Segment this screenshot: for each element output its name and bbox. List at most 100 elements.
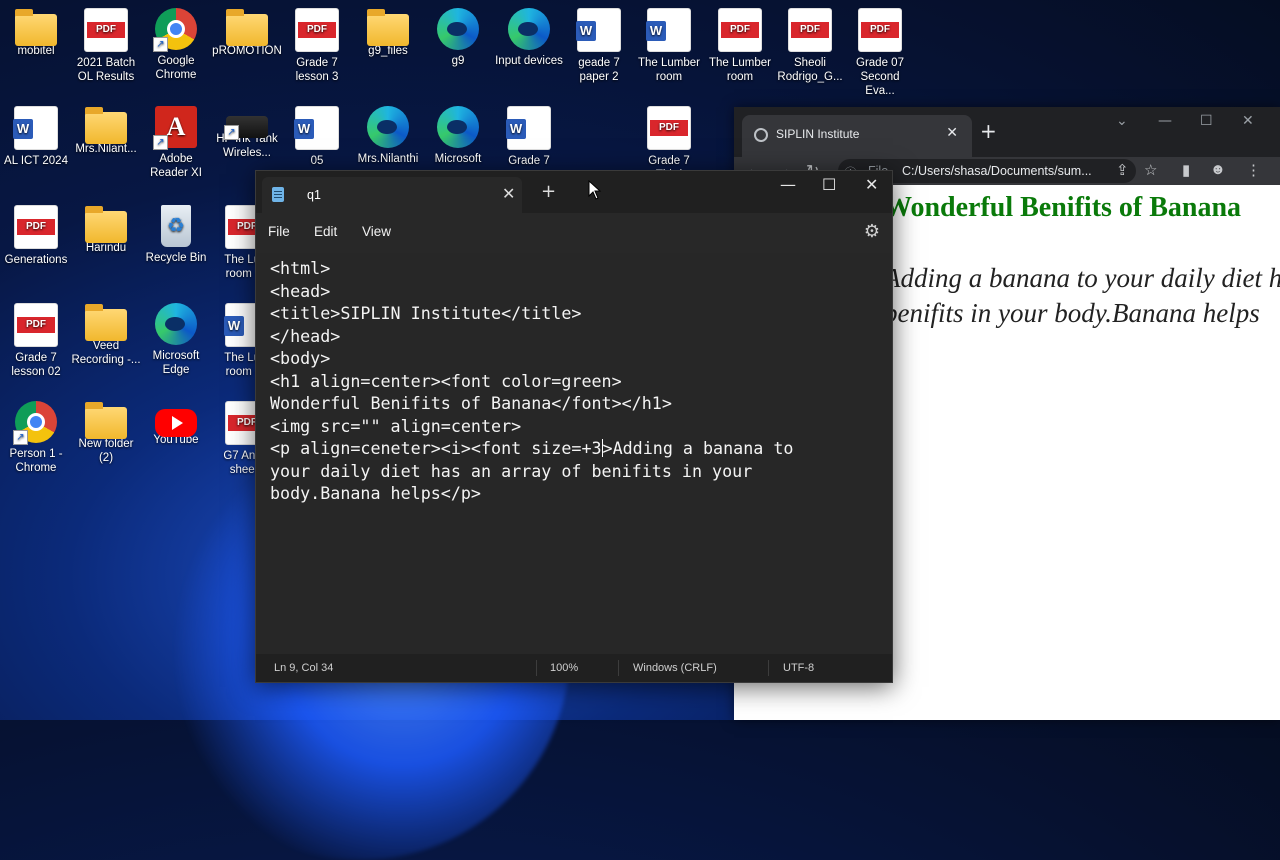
profile-avatar-icon[interactable]: ☻ bbox=[1210, 161, 1226, 178]
desktop-icon[interactable]: Recycle Bin bbox=[141, 205, 211, 265]
desktop-icon[interactable]: mobitel bbox=[1, 8, 71, 58]
desktop-icon[interactable]: 2021 Batch OL Results bbox=[71, 8, 141, 84]
code-text[interactable]: <html> <head> <title>SIPLIN Institute</t… bbox=[256, 253, 892, 509]
desktop-icon[interactable]: Sheoli Rodrigo_G... bbox=[775, 8, 845, 84]
desktop-icon[interactable]: Microsoft bbox=[423, 106, 493, 166]
desktop-icon-label: mobitel bbox=[17, 45, 55, 57]
desktop-icon-label: Google Chrome bbox=[155, 55, 197, 81]
desktop-icon[interactable]: Generations bbox=[1, 205, 71, 267]
desktop-icon[interactable]: geade 7 paper 2 bbox=[564, 8, 634, 84]
notepad-tab[interactable]: q1 ✕ bbox=[262, 177, 522, 213]
code-line: </head> bbox=[270, 325, 341, 346]
pdf-icon bbox=[788, 8, 832, 52]
desktop-icon[interactable]: Microsoft Edge bbox=[141, 303, 211, 377]
maximize-button[interactable]: ☐ bbox=[1200, 113, 1213, 129]
status-divider bbox=[768, 660, 769, 676]
desktop-icon[interactable]: The Lumber room bbox=[634, 8, 704, 84]
folder-icon bbox=[85, 206, 127, 243]
folder-icon bbox=[85, 304, 127, 341]
encoding[interactable]: UTF-8 bbox=[783, 662, 814, 674]
word-icon bbox=[646, 8, 691, 52]
desktop-icon[interactable]: HP Ink Tank Wireles... bbox=[212, 106, 282, 160]
desktop-icon[interactable]: The Lumber room bbox=[705, 8, 775, 84]
menu-edit[interactable]: Edit bbox=[314, 224, 337, 239]
desktop-icon-label: Person 1 - Chrome bbox=[9, 448, 63, 474]
desktop-icon[interactable]: Grade 07 Second Eva... bbox=[845, 8, 915, 98]
close-button[interactable]: ✕ bbox=[865, 175, 878, 194]
minimize-button[interactable]: — bbox=[1158, 113, 1172, 129]
pdf-icon bbox=[14, 205, 58, 249]
new-tab-button[interactable]: + bbox=[980, 121, 997, 141]
pdf-icon bbox=[84, 8, 128, 52]
desktop-icon[interactable]: g9 bbox=[423, 8, 493, 68]
url-text[interactable]: C:/Users/shasa/Documents/sum... bbox=[902, 164, 1092, 178]
tab-search-icon[interactable]: ⌄ bbox=[1116, 113, 1128, 129]
page-paragraph: Adding a banana to your daily diet has a… bbox=[884, 263, 1280, 328]
chrome-icon bbox=[13, 401, 57, 445]
desktop-icon[interactable]: 05 bbox=[282, 106, 352, 168]
desktop-icon-label: Adobe Reader XI bbox=[150, 153, 202, 179]
desktop-icon[interactable]: Adobe Reader XI bbox=[141, 106, 211, 180]
menu-view[interactable]: View bbox=[362, 224, 391, 239]
side-panel-icon[interactable]: ▮ bbox=[1182, 161, 1190, 179]
maximize-button[interactable]: ☐ bbox=[822, 175, 836, 194]
status-divider bbox=[536, 660, 537, 676]
desktop-icon[interactable]: Mrs.Nilanthi bbox=[353, 106, 423, 166]
close-tab-icon[interactable]: ✕ bbox=[946, 125, 958, 141]
share-icon[interactable]: ⇪ bbox=[1116, 161, 1129, 179]
code-line: <p align=ceneter><i><font size=+3 bbox=[270, 438, 602, 458]
desktop-icon-label: Harindu bbox=[85, 242, 127, 254]
pdf-icon bbox=[14, 303, 58, 347]
desktop-icon[interactable]: Harindu bbox=[71, 205, 141, 255]
code-line: <html> bbox=[270, 258, 331, 278]
status-divider bbox=[618, 660, 619, 676]
printer-icon bbox=[224, 116, 268, 140]
desktop-icon[interactable]: Grade 7 lesson 02 bbox=[1, 303, 71, 379]
notepad-tab-title: q1 bbox=[307, 188, 321, 202]
desktop-icon[interactable]: pROMOTION bbox=[212, 8, 282, 58]
code-line: <head> bbox=[270, 280, 331, 301]
notepad-menu-bar: File Edit View ⚙ bbox=[256, 213, 892, 253]
close-tab-icon[interactable]: ✕ bbox=[502, 184, 515, 203]
page-heading: Wonderful Benifits of Banana bbox=[884, 192, 1242, 223]
desktop-icon[interactable]: Person 1 - Chrome bbox=[1, 401, 71, 475]
folder-icon bbox=[15, 9, 57, 46]
bookmark-star-icon[interactable]: ☆ bbox=[1144, 161, 1157, 179]
desktop-icon[interactable]: Google Chrome bbox=[141, 8, 211, 82]
pdf-icon bbox=[295, 8, 339, 52]
desktop-icon-label: geade 7 paper 2 bbox=[578, 57, 620, 83]
desktop-icon[interactable]: Veed Recording -... bbox=[71, 303, 141, 367]
desktop-icon-label: Generations bbox=[4, 254, 68, 266]
desktop-icon-label: g9 bbox=[451, 55, 465, 67]
minimize-button[interactable]: — bbox=[780, 175, 796, 194]
desktop-icon-label: The Lumber room bbox=[708, 57, 771, 83]
browser-tab[interactable]: SIPLIN Institute ✕ bbox=[742, 115, 972, 157]
desktop-icon[interactable]: AL ICT 2024 bbox=[1, 106, 71, 168]
menu-kebab-icon[interactable]: ⋮ bbox=[1246, 161, 1261, 179]
desktop-icon[interactable]: YouTube bbox=[141, 401, 211, 447]
acrobat-icon bbox=[153, 106, 197, 150]
zoom-level[interactable]: 100% bbox=[550, 662, 578, 674]
browser-tab-title: SIPLIN Institute bbox=[776, 127, 860, 141]
close-button[interactable]: ✕ bbox=[1242, 113, 1254, 129]
menu-file[interactable]: File bbox=[268, 224, 290, 239]
desktop-icon[interactable]: Mrs.Nilant... bbox=[71, 106, 141, 156]
word-icon bbox=[13, 106, 58, 150]
desktop-icon[interactable]: Grade 7 lesson 3 bbox=[282, 8, 352, 84]
desktop-icon[interactable]: Grade 7 bbox=[494, 106, 564, 168]
desktop-icon-label: AL ICT 2024 bbox=[4, 155, 68, 167]
code-line: <title>SIPLIN Institute</title> bbox=[270, 303, 582, 323]
edge-icon bbox=[437, 106, 479, 148]
desktop-icon-label: Microsoft bbox=[434, 153, 482, 165]
desktop-icon[interactable]: New folder (2) bbox=[71, 401, 141, 465]
line-ending[interactable]: Windows (CRLF) bbox=[633, 662, 717, 674]
desktop-icon[interactable]: g9_files bbox=[353, 8, 423, 58]
notepad-icon bbox=[272, 187, 284, 202]
pdf-icon bbox=[718, 8, 762, 52]
desktop-icon[interactable]: Input devices bbox=[494, 8, 564, 68]
code-line: body.Banana helps</p> bbox=[270, 483, 481, 503]
edge-icon bbox=[508, 8, 550, 50]
new-tab-button[interactable]: + bbox=[541, 183, 556, 201]
settings-gear-icon[interactable]: ⚙ bbox=[864, 221, 880, 242]
text-editor[interactable]: <html> <head> <title>SIPLIN Institute</t… bbox=[256, 253, 892, 654]
